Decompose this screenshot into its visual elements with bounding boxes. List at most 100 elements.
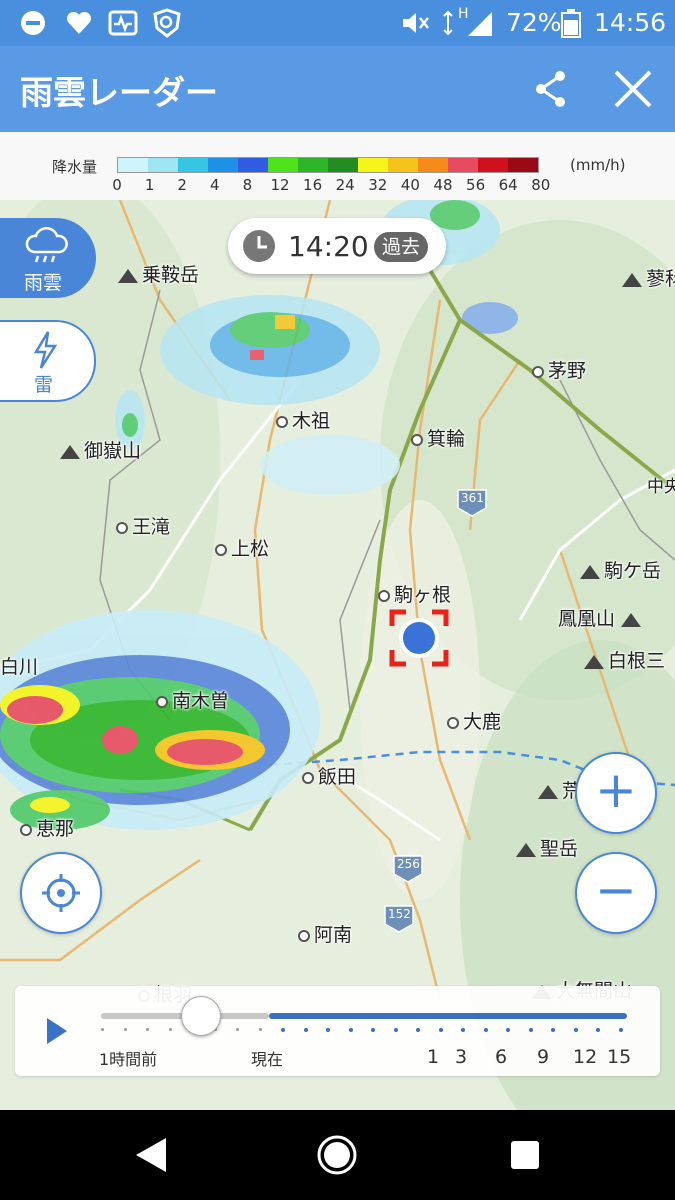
mountain-icon (60, 444, 80, 459)
timeline-tick-dot (416, 1028, 420, 1032)
timeline-tick-dot (348, 1028, 353, 1032)
legend-swatch (208, 158, 238, 172)
place-hijiridake: 聖岳 (516, 834, 578, 861)
legend-swatch (478, 158, 508, 172)
future-step-3: 3 (455, 1046, 468, 1068)
legend-swatch (328, 158, 358, 172)
time-indicator[interactable]: 14:20 過去 (228, 218, 446, 274)
app-bar: 雨雲レーダー (0, 46, 675, 132)
city-dot-icon (215, 543, 227, 556)
mountain-icon (118, 268, 138, 283)
timeline-tick-dot (551, 1028, 555, 1032)
timeline-tick-dot (596, 1028, 600, 1032)
mountain-icon (622, 272, 642, 287)
rain-cloud-icon (25, 227, 68, 263)
battery-icon (561, 9, 581, 38)
place-norikuradake: 乗鞍岳 (118, 260, 199, 287)
slider-label-now: 現在 (251, 1050, 284, 1069)
place-tateshina: 蓼科 (622, 264, 675, 291)
place-minowa: 箕輪 (411, 424, 465, 451)
legend-swatch (388, 158, 418, 172)
place-oshika: 大鹿 (447, 707, 501, 734)
place-nagiso: 南木曽 (156, 686, 229, 713)
future-step-6: 6 (495, 1046, 508, 1068)
place-shiraneken: 白根三 (584, 646, 665, 673)
home-icon[interactable] (316, 1134, 358, 1176)
legend-ticks: 0 1 2 4 8 12 16 24 32 40 48 56 64 80 (110, 176, 570, 196)
thunder-layer-label: 雷 (34, 374, 54, 396)
clock-icon (243, 230, 275, 262)
mountain-icon (584, 654, 604, 669)
timeline-tick-dot (461, 1028, 465, 1032)
place-houousan: 鳳凰山 (558, 604, 645, 631)
future-step-15: 15 (607, 1046, 632, 1068)
legend-tick-label: 16 (303, 176, 323, 194)
timeline-tick-dot (146, 1028, 149, 1031)
timeline-tick-dot (573, 1028, 578, 1032)
city-dot-icon (411, 433, 423, 446)
lightning-icon (33, 331, 58, 369)
locate-button[interactable] (20, 852, 102, 934)
legend-swatch (148, 158, 178, 172)
legend-swatch (508, 158, 538, 172)
timeline-tick-dot (168, 1028, 172, 1031)
legend-tick-label: 32 (368, 176, 388, 194)
zoom-in-button[interactable]: + (575, 752, 657, 834)
zoom-out-button[interactable]: − (575, 852, 657, 934)
page-title: 雨雲レーダー (20, 73, 218, 112)
city-dot-icon (532, 365, 544, 378)
legend-swatch (448, 158, 478, 172)
timeline-track-future[interactable] (269, 1013, 627, 1019)
mountain-icon (538, 784, 558, 799)
back-icon[interactable] (132, 1136, 168, 1174)
recents-icon[interactable] (510, 1140, 540, 1170)
mountain-icon (580, 564, 600, 579)
city-dot-icon (298, 929, 310, 942)
close-icon[interactable] (610, 66, 656, 112)
city-dot-icon (276, 415, 288, 428)
heart-icon (66, 11, 92, 34)
place-komagane: 駒ヶ根 (378, 580, 451, 607)
past-badge: 過去 (374, 232, 429, 262)
city-dot-icon (302, 771, 314, 784)
status-bar: H 72% 14:56 (0, 0, 675, 46)
timeline-thumb[interactable] (181, 996, 221, 1036)
legend-tick-label: 48 (433, 176, 453, 194)
legend-swatch (178, 158, 208, 172)
legend-swatch (358, 158, 388, 172)
place-iida: 飯田 (302, 762, 356, 789)
legend-tick-label: 8 (242, 176, 253, 194)
legend-unit: (mm/h) (570, 156, 626, 174)
vibrate-icon (443, 10, 453, 36)
locate-icon (42, 874, 80, 912)
timeline-tick-dot (506, 1028, 510, 1032)
do-not-disturb-icon (21, 11, 45, 35)
signal-icon (468, 12, 492, 36)
legend-tick-label: 24 (335, 176, 355, 194)
mute-icon (403, 13, 429, 33)
legend-tick-label: 80 (531, 176, 551, 194)
play-icon[interactable] (47, 1018, 67, 1044)
city-dot-icon (116, 521, 128, 534)
thunder-layer-toggle[interactable]: 雷 (0, 320, 96, 402)
legend-tick-label: 2 (177, 176, 187, 194)
place-agematsu: 上松 (215, 534, 269, 561)
timeline-tick-dot (371, 1028, 375, 1032)
navigation-bar (0, 1110, 675, 1200)
map-base (0, 200, 675, 1110)
radar-map[interactable]: 361 256 152 乗鞍岳 蓼科 茅野 木祖 箕輪 御嶽山 中央 王滝 上松… (0, 200, 675, 1110)
mountain-icon (621, 612, 642, 627)
zoom-out-label: − (595, 861, 637, 919)
rain-layer-toggle[interactable]: 雨雲 (0, 218, 96, 298)
security-icon (153, 8, 181, 38)
clock: 14:56 (594, 8, 667, 37)
timeline-tick-dot (101, 1028, 104, 1031)
share-icon[interactable] (528, 66, 574, 112)
route-361-label: 361 (461, 491, 484, 505)
activity-icon (108, 10, 138, 36)
legend-tick-label: 64 (498, 176, 518, 194)
timeline-tick-dot (528, 1028, 533, 1032)
time-value: 14:20 (288, 230, 369, 263)
future-step-9: 9 (537, 1046, 550, 1068)
legend-swatch (238, 158, 268, 172)
